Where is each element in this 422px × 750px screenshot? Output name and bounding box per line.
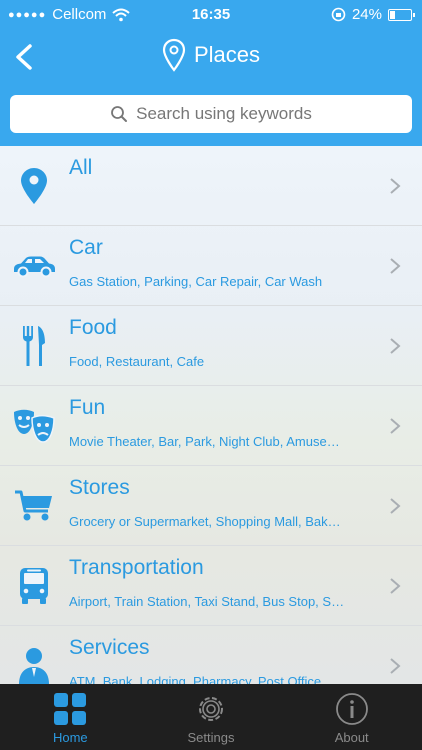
category-name: All bbox=[69, 156, 93, 179]
category-desc: Gas Station, Parking, Car Repair, Car Wa… bbox=[69, 274, 323, 289]
category-item-services[interactable]: Services ATM, Bank, Lodging, Pharmacy, P… bbox=[0, 626, 422, 684]
battery-percent: 24% bbox=[351, 6, 382, 23]
fork-knife-icon bbox=[10, 326, 58, 366]
chevron-right-icon bbox=[390, 418, 401, 434]
person-icon bbox=[10, 646, 58, 684]
tab-bar: Home Settings About bbox=[0, 684, 422, 750]
category-name: Fun bbox=[69, 396, 106, 419]
gear-icon bbox=[199, 697, 223, 721]
chevron-right-icon bbox=[390, 498, 401, 514]
category-item-food[interactable]: Food Food, Restaurant, Cafe bbox=[0, 306, 422, 386]
category-name: Car bbox=[69, 236, 103, 259]
category-name: Transportation bbox=[69, 556, 204, 579]
bus-icon bbox=[10, 566, 58, 606]
map-pin-outline-icon bbox=[162, 38, 186, 72]
chevron-right-icon bbox=[390, 578, 401, 594]
shopping-cart-icon bbox=[10, 486, 58, 526]
tab-label: About bbox=[334, 730, 369, 745]
category-name: Services bbox=[69, 636, 150, 659]
tab-home[interactable]: Home bbox=[0, 684, 141, 750]
status-bar: ●●●●● Cellcom 16:35 24% bbox=[0, 0, 422, 30]
category-name: Stores bbox=[69, 476, 130, 499]
chevron-right-icon bbox=[390, 658, 401, 674]
page-title: Places bbox=[193, 42, 261, 67]
search-placeholder: Search using keywords bbox=[136, 104, 312, 123]
category-name: Food bbox=[69, 316, 117, 339]
tab-settings[interactable]: Settings bbox=[141, 684, 282, 750]
tab-label: Home bbox=[52, 730, 88, 745]
category-list: All Car Gas Station, Parking, Car Repair… bbox=[0, 146, 422, 684]
category-desc: Movie Theater, Bar, Park, Night Club, Am… bbox=[69, 434, 340, 449]
category-desc: Airport, Train Station, Taxi Stand, Bus … bbox=[69, 594, 345, 609]
category-item-stores[interactable]: Stores Grocery or Supermarket, Shopping … bbox=[0, 466, 422, 546]
category-desc: Grocery or Supermarket, Shopping Mall, B… bbox=[69, 514, 341, 529]
map-pin-icon bbox=[10, 166, 58, 206]
category-item-all[interactable]: All bbox=[0, 146, 422, 226]
tab-about[interactable]: About bbox=[281, 684, 422, 750]
category-item-fun[interactable]: Fun Movie Theater, Bar, Park, Night Club… bbox=[0, 386, 422, 466]
grid-icon bbox=[54, 693, 87, 725]
category-item-transportation[interactable]: Transportation Airport, Train Station, T… bbox=[0, 546, 422, 626]
tab-label: Settings bbox=[187, 730, 235, 745]
car-icon bbox=[10, 246, 58, 286]
chevron-right-icon bbox=[390, 258, 401, 274]
nav-bar: Places bbox=[0, 30, 422, 86]
search-input[interactable]: Search using keywords bbox=[10, 95, 412, 133]
category-desc: ATM, Bank, Lodging, Pharmacy, Post Offic… bbox=[69, 674, 338, 684]
header: ●●●●● Cellcom 16:35 24% Places Search us… bbox=[0, 0, 422, 146]
rotation-lock-icon bbox=[331, 7, 346, 22]
category-item-car[interactable]: Car Gas Station, Parking, Car Repair, Ca… bbox=[0, 226, 422, 306]
category-desc: Food, Restaurant, Cafe bbox=[69, 354, 205, 369]
info-icon bbox=[335, 693, 368, 725]
theater-masks-icon bbox=[10, 406, 58, 446]
battery-icon bbox=[388, 8, 415, 21]
chevron-right-icon bbox=[390, 338, 401, 354]
chevron-right-icon bbox=[390, 178, 401, 194]
search-icon bbox=[111, 106, 128, 122]
